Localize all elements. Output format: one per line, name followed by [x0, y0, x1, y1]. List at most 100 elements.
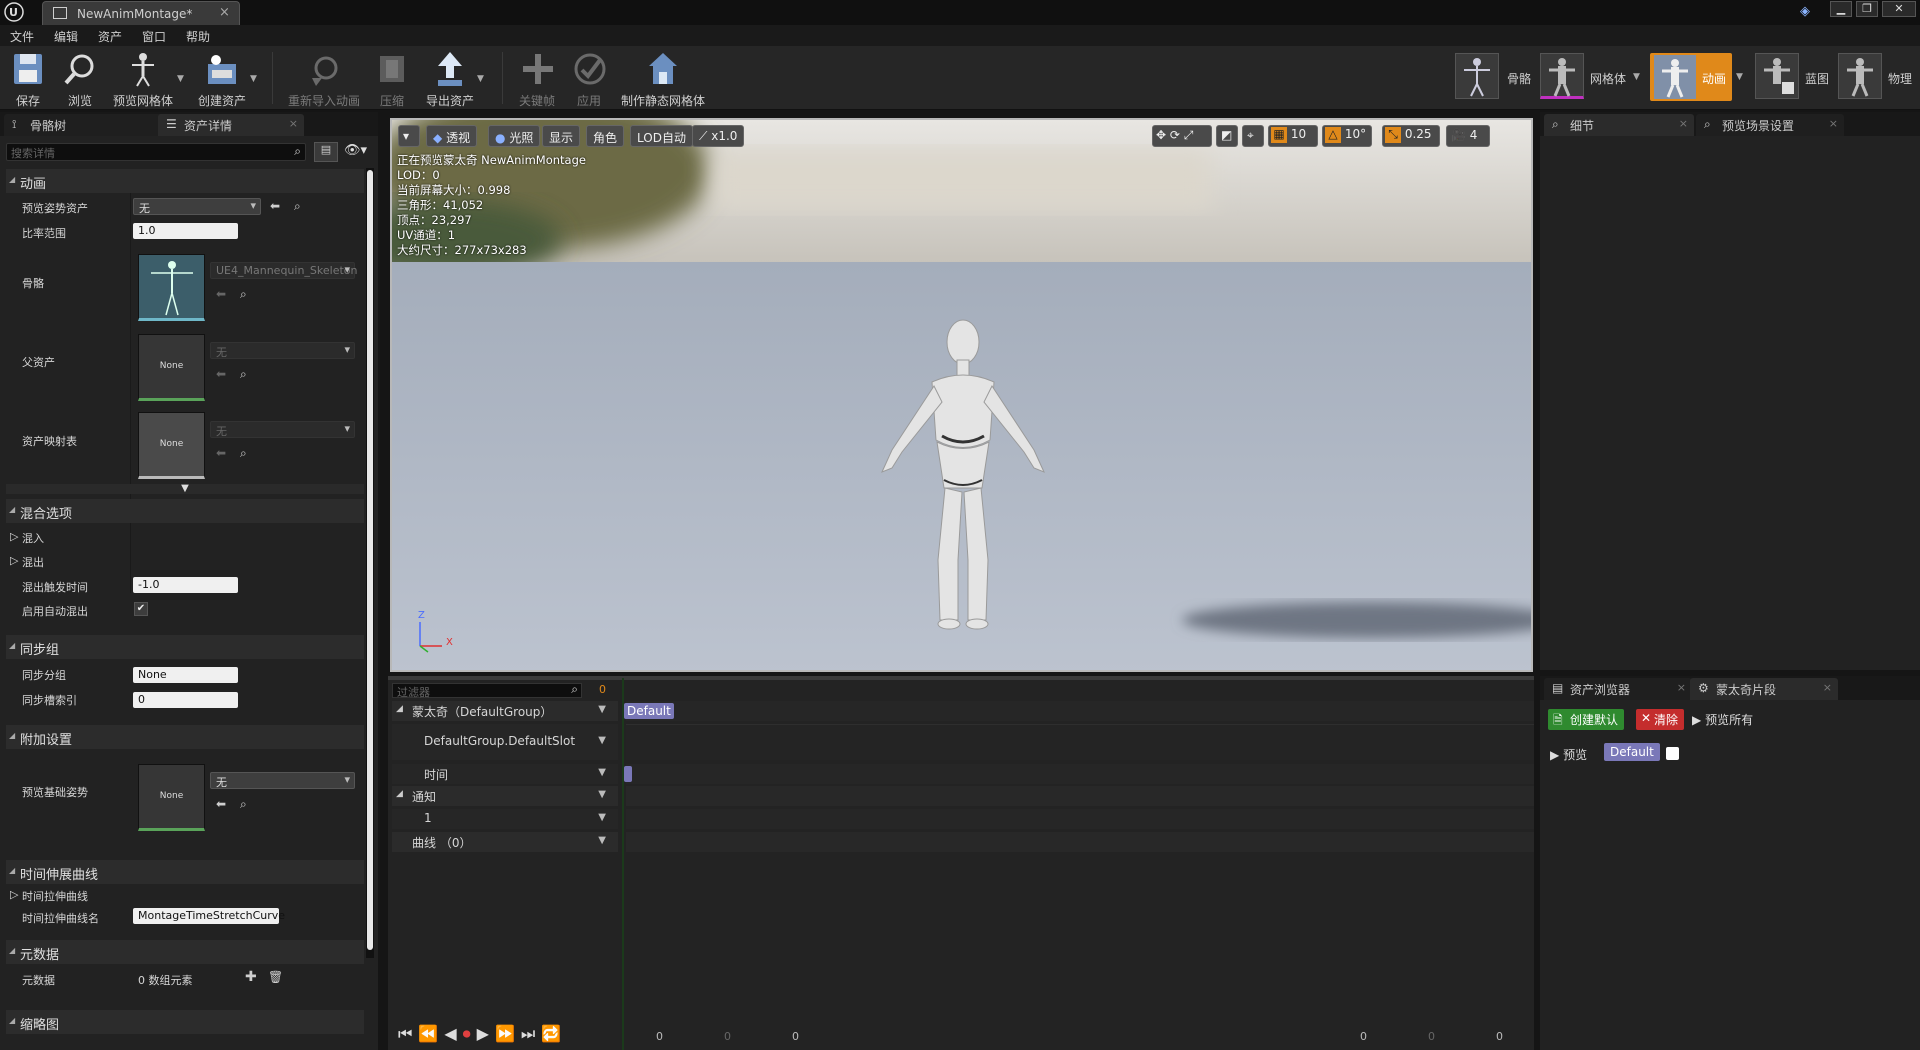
close-tab-icon[interactable]: × — [1823, 681, 1832, 694]
notify-subtrack-dropdown-icon[interactable]: ▼ — [598, 812, 606, 823]
section-thumbnail[interactable]: 缩略图 — [6, 1010, 364, 1034]
delete-trash-icon[interactable]: 🗑 — [268, 970, 283, 984]
lit-button[interactable]: ● 光照 — [488, 125, 541, 147]
time-stretch-curve-expand-icon[interactable]: ▷ — [10, 888, 18, 901]
grid-snap-button[interactable]: ▦ 10 — [1268, 125, 1318, 147]
blend-in-expand-icon[interactable]: ▷ — [10, 530, 18, 543]
parent-asset-dropdown[interactable]: 无 — [210, 342, 355, 359]
mode-animation-dropdown-icon[interactable]: ▼ — [1736, 72, 1743, 82]
mode-mesh-dropdown-icon[interactable]: ▼ — [1633, 72, 1640, 82]
skeleton-thumbnail[interactable] — [138, 254, 205, 321]
blend-out-trigger-time-input[interactable]: -1.0 — [133, 577, 238, 593]
section-time-stretch-curve[interactable]: 时间伸展曲线 — [6, 860, 364, 884]
browse-magnifier-icon[interactable]: ⌕ — [240, 287, 247, 302]
enable-auto-blend-out-checkbox[interactable]: ✔ — [134, 602, 148, 616]
tab-asset-browser[interactable]: ▤ 资产浏览器 × — [1544, 678, 1692, 700]
create-asset-button[interactable]: 创建资产 — [196, 48, 248, 108]
blend-out-expand-icon[interactable]: ▷ — [10, 554, 18, 567]
keyframe-button[interactable]: 关键帧 — [518, 48, 556, 108]
use-selected-arrow-icon[interactable]: ⬅ — [216, 797, 226, 811]
feedback-icon[interactable]: ◈ — [1800, 4, 1810, 19]
compress-button[interactable]: 压缩 — [372, 48, 412, 108]
section-animation[interactable]: 动画 — [6, 169, 364, 193]
character-button[interactable]: 角色 — [586, 125, 625, 147]
play-icon[interactable]: ▶ — [477, 1024, 495, 1043]
preview-mesh-button[interactable]: 预览网格体 — [112, 48, 174, 108]
tab-preview-scene-settings[interactable]: ⌕ 预览场景设置 × — [1696, 114, 1844, 136]
default-section-marker[interactable]: Default — [624, 703, 674, 719]
close-tab-icon[interactable]: × — [1677, 681, 1686, 694]
slot-options-dropdown-icon[interactable]: ▼ — [598, 735, 606, 746]
section-blend-options[interactable]: 混合选项 — [6, 499, 364, 523]
time-marker[interactable] — [624, 766, 632, 782]
time-stretch-curve-name-input[interactable]: MontageTimeStretchCurve — [133, 908, 285, 924]
browse-magnifier-icon[interactable]: ⌕ — [240, 367, 247, 382]
transform-tools[interactable]: ✥ ⟳ ⤢ — [1152, 125, 1212, 147]
details-scrollbar-track[interactable] — [366, 168, 374, 958]
world-local-icon[interactable]: ◩ — [1216, 125, 1238, 147]
surface-snap-icon[interactable]: ⌖ — [1242, 125, 1264, 147]
play-reverse-icon[interactable]: ◀ — [444, 1024, 462, 1043]
create-default-button[interactable]: 🗎 创建默认 — [1548, 709, 1625, 730]
preview-base-pose-thumbnail[interactable]: None — [138, 764, 205, 831]
browse-magnifier-icon[interactable]: ⌕ — [294, 199, 301, 214]
export-asset-button[interactable]: 导出资产 — [424, 48, 476, 108]
use-selected-arrow-icon[interactable]: ⬅ — [216, 367, 226, 381]
browse-magnifier-icon[interactable]: ⌕ — [240, 797, 247, 812]
playback-speed-button[interactable]: ⟋ x1.0 — [692, 125, 745, 147]
default-section-checkbox[interactable] — [1666, 747, 1679, 760]
minimize-button[interactable]: ▁ — [1830, 1, 1852, 17]
preview-section-button[interactable]: ▶ 预览 — [1550, 746, 1587, 763]
expand-advanced-arrow-icon[interactable]: ▼ — [6, 484, 364, 494]
camera-speed-button[interactable]: 🎥 4 — [1446, 125, 1490, 147]
export-dropdown-icon[interactable]: ▼ — [477, 74, 484, 84]
close-tab-icon[interactable]: × — [289, 117, 298, 130]
mode-skeleton[interactable]: 骨骼 — [1455, 53, 1535, 101]
time-track-row[interactable]: 时间 ▼ — [392, 764, 618, 784]
maximize-button[interactable]: ❐ — [1856, 1, 1878, 17]
loop-icon[interactable]: 🔁 — [541, 1024, 567, 1043]
default-section-badge[interactable]: Default — [1604, 743, 1660, 761]
mode-animation[interactable]: 动画 — [1650, 53, 1732, 101]
browse-button[interactable]: 浏览 — [58, 48, 102, 108]
mode-blueprint[interactable]: 蓝图 — [1755, 53, 1835, 101]
browse-magnifier-icon[interactable]: ⌕ — [240, 446, 247, 461]
use-selected-arrow-icon[interactable]: ⬅ — [270, 199, 280, 213]
step-back-icon[interactable]: ⏪ — [418, 1024, 444, 1043]
skeleton-dropdown[interactable]: UE4_Mannequin_Skeleton — [210, 262, 358, 279]
sync-slot-index-input[interactable]: 0 — [133, 692, 238, 708]
property-matrix-icon[interactable]: ▤ — [314, 142, 338, 162]
step-forward-icon[interactable]: ⏩ — [495, 1024, 521, 1043]
mode-physics[interactable]: 物理 — [1838, 53, 1918, 101]
apply-button[interactable]: 应用 — [570, 48, 608, 108]
close-tab-icon[interactable]: × — [219, 5, 230, 20]
details-scrollbar-thumb[interactable] — [367, 170, 373, 950]
document-tab[interactable]: NewAnimMontage* × — [42, 1, 240, 25]
asset-mapping-dropdown[interactable]: 无 — [210, 421, 355, 438]
curves-options-dropdown-icon[interactable]: ▼ — [598, 835, 606, 846]
tab-details[interactable]: ⌕ 细节 × — [1544, 114, 1694, 136]
timeline-filter-input[interactable]: 过滤器 ⌕ — [392, 682, 582, 699]
create-asset-dropdown-icon[interactable]: ▼ — [250, 74, 257, 84]
track-options-dropdown-icon[interactable]: ▼ — [598, 704, 606, 715]
view-options-eye-icon[interactable]: 👁▾ — [344, 143, 367, 158]
notify-track-row[interactable]: ◢ 通知 ▼ — [392, 786, 618, 806]
details-search-input[interactable]: 搜索详情 ⌕ — [6, 143, 306, 161]
curves-track-row[interactable]: 曲线 （0） ▼ — [392, 832, 618, 852]
viewport-options-dropdown[interactable]: ▾ — [398, 125, 420, 147]
slot-track-row[interactable]: DefaultGroup.DefaultSlot ▼ — [392, 724, 618, 760]
tab-montage-sections[interactable]: ⚙ 蒙太奇片段 × — [1690, 678, 1838, 700]
menu-asset[interactable]: 资产 — [98, 28, 122, 45]
menu-file[interactable]: 文件 — [10, 28, 34, 45]
rate-scale-input[interactable]: 1.0 — [133, 223, 238, 239]
panel-splitter[interactable] — [388, 676, 1534, 680]
save-button[interactable]: 保存 — [8, 48, 48, 108]
section-additive-settings[interactable]: 附加设置 — [6, 725, 364, 749]
scale-snap-button[interactable]: ⤡ 0.25 — [1382, 125, 1440, 147]
parent-asset-thumbnail[interactable]: None — [138, 334, 205, 401]
clear-button[interactable]: ✕ 清除 — [1636, 709, 1685, 730]
preview-mesh-dropdown-icon[interactable]: ▼ — [177, 74, 184, 84]
make-static-mesh-button[interactable]: 制作静态网格体 — [620, 48, 706, 108]
preview-base-pose-dropdown[interactable]: 无 — [210, 772, 355, 789]
preview-viewport[interactable]: ▾ ◆ 透视 ● 光照 显示 角色 LOD自动 ⟋ x1.0 ✥ ⟳ ⤢ ◩ ⌖… — [390, 118, 1533, 672]
